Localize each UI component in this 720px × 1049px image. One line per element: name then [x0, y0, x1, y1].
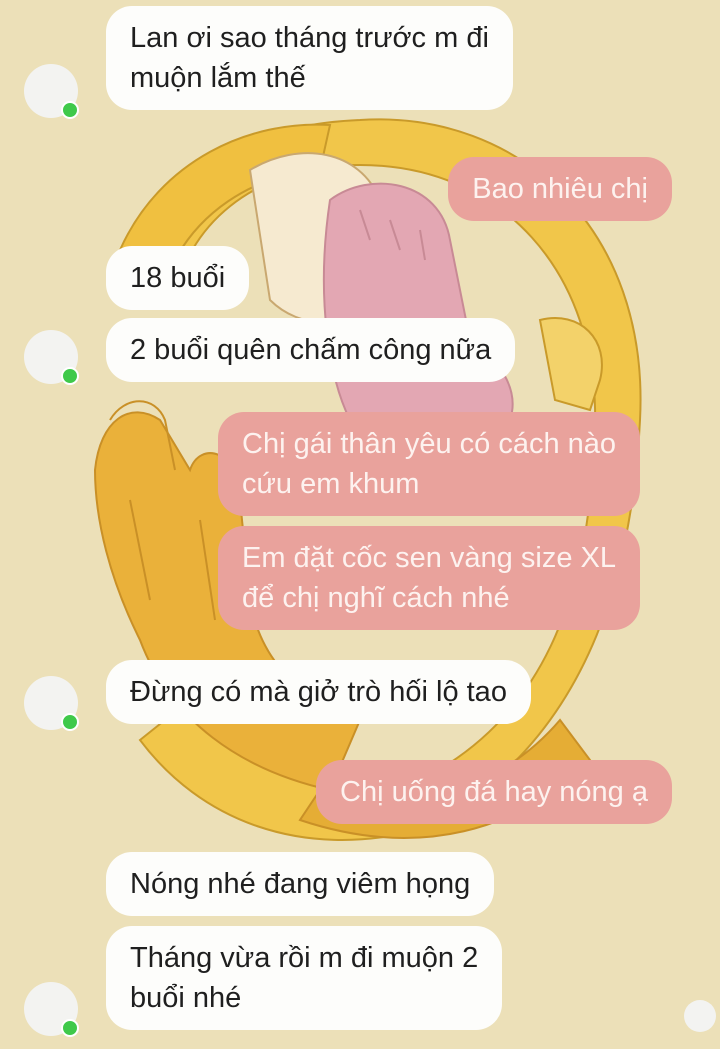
message-incoming: 18 buổi — [106, 246, 250, 310]
message-incoming: Lan ơi sao tháng trước m đi muộn lắm thế — [106, 6, 513, 110]
contact-avatar[interactable] — [24, 64, 79, 119]
message-incoming: Đừng có mà giở trò hối lộ tao — [106, 660, 531, 724]
chat-thread: Lan ơi sao tháng trước m đi muộn lắm thế… — [0, 0, 720, 1049]
read-receipt-avatar — [684, 1000, 716, 1032]
online-status-dot — [61, 1019, 79, 1037]
contact-avatar[interactable] — [24, 676, 79, 731]
contact-avatar[interactable] — [24, 982, 79, 1037]
message-incoming: Nóng nhé đang viêm họng — [106, 852, 495, 916]
online-status-dot — [61, 713, 79, 731]
message-incoming: 2 buổi quên chấm công nữa — [106, 318, 516, 382]
message-outgoing: Bao nhiêu chị — [448, 157, 672, 221]
contact-avatar[interactable] — [24, 330, 79, 385]
message-outgoing: Chị uống đá hay nóng ạ — [316, 760, 672, 824]
message-outgoing: Chị gái thân yêu có cách nào cứu em khum — [218, 412, 641, 516]
online-status-dot — [61, 367, 79, 385]
message-incoming: Tháng vừa rồi m đi muộn 2 buổi nhé — [106, 926, 503, 1030]
message-outgoing: Em đặt cốc sen vàng size XL để chị nghĩ … — [218, 526, 640, 630]
online-status-dot — [61, 101, 79, 119]
